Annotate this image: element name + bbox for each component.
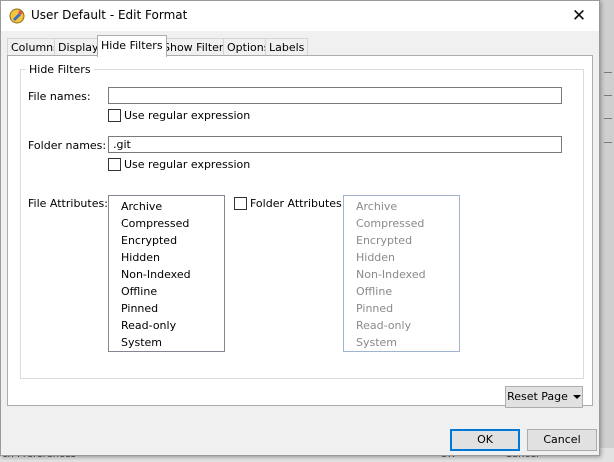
list-item: Hidden <box>356 251 396 264</box>
background-tick <box>604 142 612 143</box>
window-title: User Default - Edit Format <box>31 8 188 22</box>
folder-names-regex-checkbox-row[interactable]: Use regular expression <box>108 158 250 171</box>
folder-names-regex-checkbox[interactable] <box>108 158 121 171</box>
file-names-regex-label: Use regular expression <box>124 109 251 122</box>
list-item[interactable]: Read-only <box>109 317 224 334</box>
list-item[interactable]: Archive <box>109 198 224 215</box>
file-names-regex-checkbox-row[interactable]: Use regular expression <box>108 109 250 122</box>
tab-labels[interactable]: Labels <box>265 38 309 56</box>
ok-button[interactable]: OK <box>450 429 520 451</box>
background-scrollbar <box>598 0 614 462</box>
reset-page-label: Reset Page <box>507 390 568 403</box>
background-tick <box>604 118 612 119</box>
folder-names-input[interactable] <box>108 136 562 153</box>
file-names-label: File names: <box>28 90 91 103</box>
group-title: Hide Filters <box>26 63 94 76</box>
folder-attributes-list: Archive Compressed Encrypted Hidden Non-… <box>343 195 460 352</box>
close-button[interactable]: ✕ <box>559 1 599 31</box>
list-item: Encrypted <box>356 234 413 247</box>
folder-names-label: Folder names: <box>28 139 107 152</box>
tab-panel-hide-filters: Hide Filters File names: Use regular exp… <box>7 55 593 408</box>
file-names-input[interactable] <box>108 87 562 104</box>
list-item: System <box>356 336 398 349</box>
edit-format-dialog: User Default - Edit Format ✕ Columns Dis… <box>0 0 600 456</box>
folder-attributes-checkbox-row[interactable]: Folder Attributes: <box>234 197 346 210</box>
list-item[interactable]: Hidden <box>109 249 224 266</box>
title-bar: User Default - Edit Format ✕ <box>1 1 599 31</box>
cancel-button[interactable]: Cancel <box>527 429 597 451</box>
tab-hide-filters[interactable]: Hide Filters <box>97 35 167 57</box>
close-icon: ✕ <box>571 6 587 26</box>
list-item: Offline <box>356 285 393 298</box>
folder-attributes-checkbox[interactable] <box>234 197 247 210</box>
list-item: Pinned <box>356 302 394 315</box>
chevron-down-icon <box>572 395 581 399</box>
list-item[interactable]: Offline <box>109 283 224 300</box>
file-names-regex-checkbox[interactable] <box>108 109 121 122</box>
list-item: Read-only <box>356 319 412 332</box>
hide-filters-group: Hide Filters File names: Use regular exp… <box>20 63 584 379</box>
file-attributes-label: File Attributes: <box>28 197 108 210</box>
reset-page-button[interactable]: Reset Page <box>505 386 583 408</box>
tab-display[interactable]: Display <box>54 38 103 56</box>
list-item: Compressed <box>356 217 425 230</box>
list-item[interactable]: Pinned <box>109 300 224 317</box>
list-item[interactable]: Encrypted <box>109 232 224 249</box>
background-tick <box>604 95 612 96</box>
folder-names-regex-label: Use regular expression <box>124 158 251 171</box>
list-item: Archive <box>356 200 398 213</box>
list-item[interactable]: Compressed <box>109 215 224 232</box>
list-item[interactable]: Non-Indexed <box>109 266 224 283</box>
list-item[interactable]: System <box>109 334 224 351</box>
list-item: Non-Indexed <box>356 268 426 281</box>
folder-attributes-label: Folder Attributes: <box>250 197 346 210</box>
app-icon <box>9 8 25 24</box>
background-tick <box>604 72 612 73</box>
file-attributes-list[interactable]: Archive Compressed Encrypted Hidden Non-… <box>108 195 225 352</box>
